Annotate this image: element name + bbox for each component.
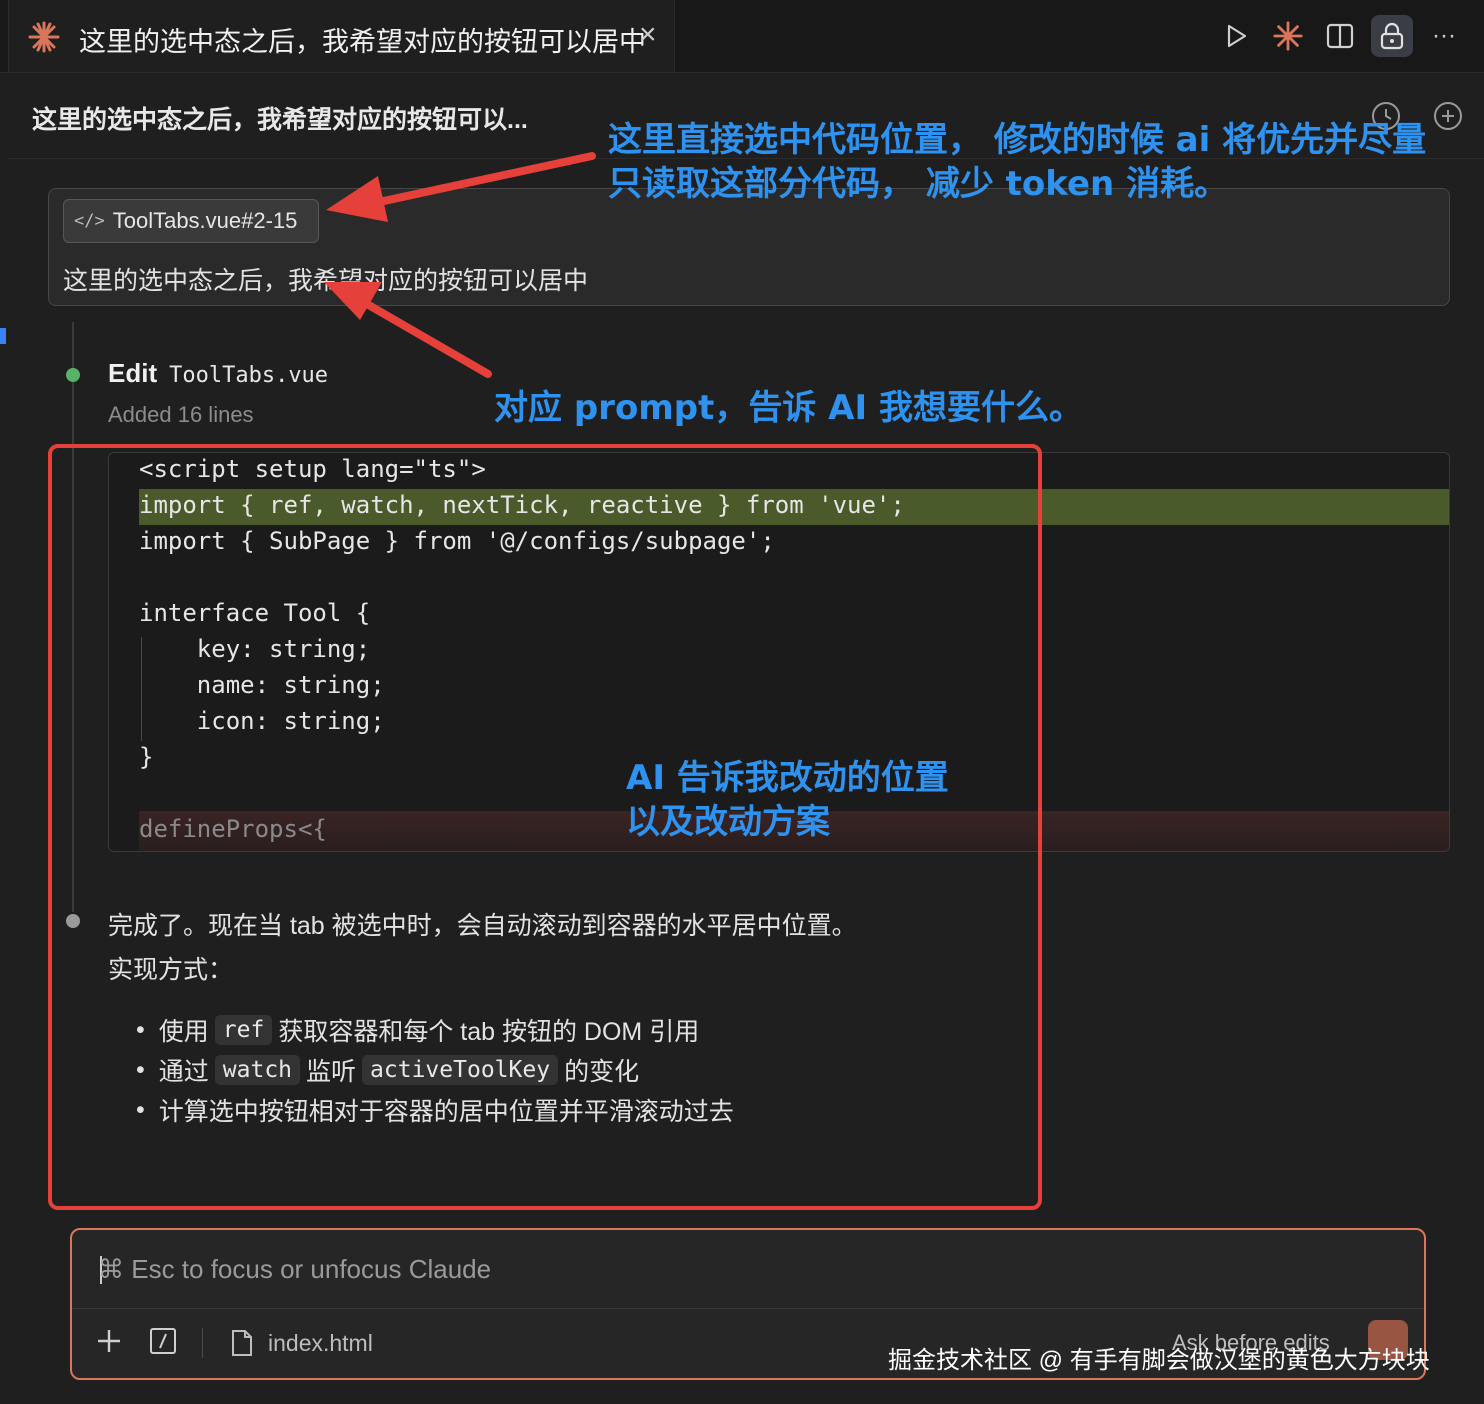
arrow-to-prompt — [324, 282, 492, 378]
annotation-arrows — [324, 152, 596, 378]
arrow-to-file-chip — [326, 152, 596, 222]
watermark: 掘金技术社区 @ 有手有脚会做汉堡的黄色大方块块 — [888, 1347, 1430, 1374]
